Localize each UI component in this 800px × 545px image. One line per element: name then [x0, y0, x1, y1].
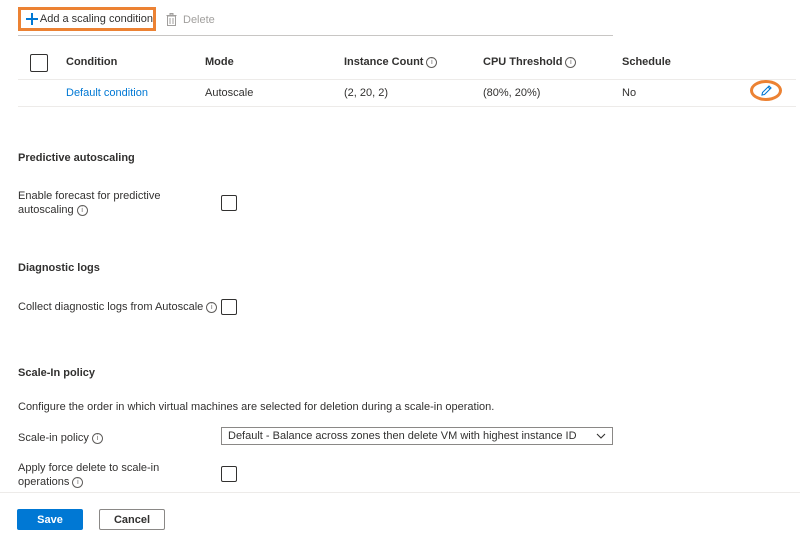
predictive-label-line1: Enable forecast for predictive [18, 190, 161, 202]
predictive-forecast-checkbox[interactable] [221, 195, 237, 211]
diagnostic-logs-label-text: Collect diagnostic logs from Autoscale [18, 301, 204, 313]
cell-instance-count: (2, 20, 2) [344, 87, 389, 99]
scale-in-policy-title: Scale-In policy [18, 367, 96, 379]
info-icon: i [206, 302, 218, 313]
save-button[interactable]: Save [17, 509, 83, 530]
info-icon: i [72, 477, 84, 488]
add-scaling-condition-button[interactable]: Add a scaling condition [18, 7, 156, 31]
select-all-checkbox[interactable] [30, 54, 48, 72]
force-delete-label: Apply force delete to scale-in operation… [18, 461, 159, 489]
diagnostic-logs-checkbox[interactable] [221, 299, 237, 315]
cell-mode: Autoscale [205, 87, 254, 99]
info-icon: i [565, 57, 577, 68]
delete-button[interactable]: Delete [166, 13, 215, 26]
table-header-divider [18, 79, 796, 80]
scale-in-policy-label-text: Scale-in policy [18, 432, 89, 444]
add-scaling-condition-label: Add a scaling condition [39, 13, 153, 25]
toolbar-divider [18, 35, 613, 36]
table-row-divider [18, 106, 796, 107]
column-header-mode: Mode [205, 56, 234, 68]
pencil-icon [760, 85, 772, 96]
predictive-autoscaling-title: Predictive autoscaling [18, 152, 135, 164]
scale-in-policy-dropdown[interactable]: Default - Balance across zones then dele… [221, 427, 613, 445]
instance-count-label: Instance Count [344, 56, 424, 68]
scale-in-policy-value: Default - Balance across zones then dele… [228, 430, 577, 442]
cancel-button[interactable]: Cancel [99, 509, 165, 530]
plus-icon [26, 13, 38, 25]
info-icon: i [76, 205, 88, 216]
footer-divider [0, 492, 800, 493]
force-delete-label-line1: Apply force delete to scale-in [18, 462, 160, 474]
cpu-threshold-label: CPU Threshold [483, 56, 563, 68]
trash-icon [166, 13, 177, 26]
diagnostic-logs-label: Collect diagnostic logs from Autoscale i [18, 300, 218, 314]
info-icon: i [426, 57, 438, 68]
diagnostic-logs-title: Diagnostic logs [18, 262, 100, 274]
column-header-cpu-threshold: CPU Threshold i [483, 56, 577, 68]
chevron-down-icon [596, 433, 606, 439]
predictive-label-line2: autoscaling [18, 204, 74, 216]
column-header-schedule: Schedule [622, 56, 671, 68]
scale-in-description: Configure the order in which virtual mac… [18, 401, 495, 413]
cell-schedule: No [622, 87, 637, 99]
delete-label: Delete [183, 13, 215, 26]
scale-in-policy-label: Scale-in policy i [18, 431, 103, 445]
edit-condition-button[interactable] [750, 80, 782, 101]
column-header-condition: Condition [66, 56, 118, 68]
force-delete-label-line2: operations [18, 476, 70, 488]
force-delete-checkbox[interactable] [221, 466, 237, 482]
info-icon: i [91, 433, 103, 444]
column-header-instance-count: Instance Count i [344, 56, 438, 68]
cell-cpu-threshold: (80%, 20%) [483, 87, 541, 99]
condition-link[interactable]: Default condition [66, 87, 148, 99]
predictive-forecast-label: Enable forecast for predictive autoscali… [18, 189, 160, 217]
